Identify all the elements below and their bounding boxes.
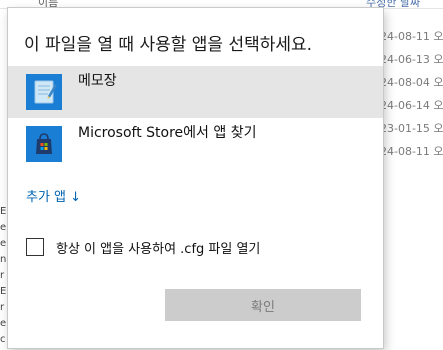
open-with-dialog: 이 파일을 열 때 사용할 앱을 선택하세요. 메모장 Microsoft St… <box>8 8 383 348</box>
nav-pane-fragment: c <box>0 334 6 345</box>
nav-pane-fragment: r <box>0 302 5 313</box>
ok-button[interactable]: 확인 <box>165 289 361 321</box>
notepad-icon <box>26 74 62 110</box>
always-use-checkbox[interactable] <box>26 238 44 256</box>
app-label: 메모장 <box>78 73 117 89</box>
nav-pane-fragment: r <box>0 270 5 281</box>
always-use-label[interactable]: 항상 이 앱을 사용하여 .cfg 파일 열기 <box>56 238 260 257</box>
file-date: 23-01-15 오 <box>380 122 443 135</box>
file-date: 24-08-04 오 <box>380 76 443 89</box>
nav-pane-fragment: E <box>0 206 7 217</box>
file-date: 24-08-11 오 <box>380 30 443 43</box>
file-date: 24-08-11 오 <box>380 145 443 158</box>
nav-pane-fragment: e <box>0 222 7 233</box>
nav-pane-fragment: e <box>0 318 7 329</box>
microsoft-store-icon <box>26 126 62 162</box>
app-option-notepad[interactable]: 메모장 <box>8 66 383 118</box>
file-date: 24-06-13 오 <box>380 53 443 66</box>
app-option-microsoft-store[interactable]: Microsoft Store에서 앱 찾기 <box>8 118 383 170</box>
more-apps-link[interactable]: 추가 앱 ↓ <box>26 186 81 205</box>
dialog-title: 이 파일을 열 때 사용할 앱을 선택하세요. <box>24 35 313 55</box>
file-date: 24-06-14 오 <box>380 99 443 112</box>
nav-pane-fragment: E <box>0 286 7 297</box>
nav-pane-fragment: e <box>0 238 7 249</box>
app-label: Microsoft Store에서 앱 찾기 <box>78 125 257 141</box>
nav-pane-fragment: n <box>0 254 7 265</box>
